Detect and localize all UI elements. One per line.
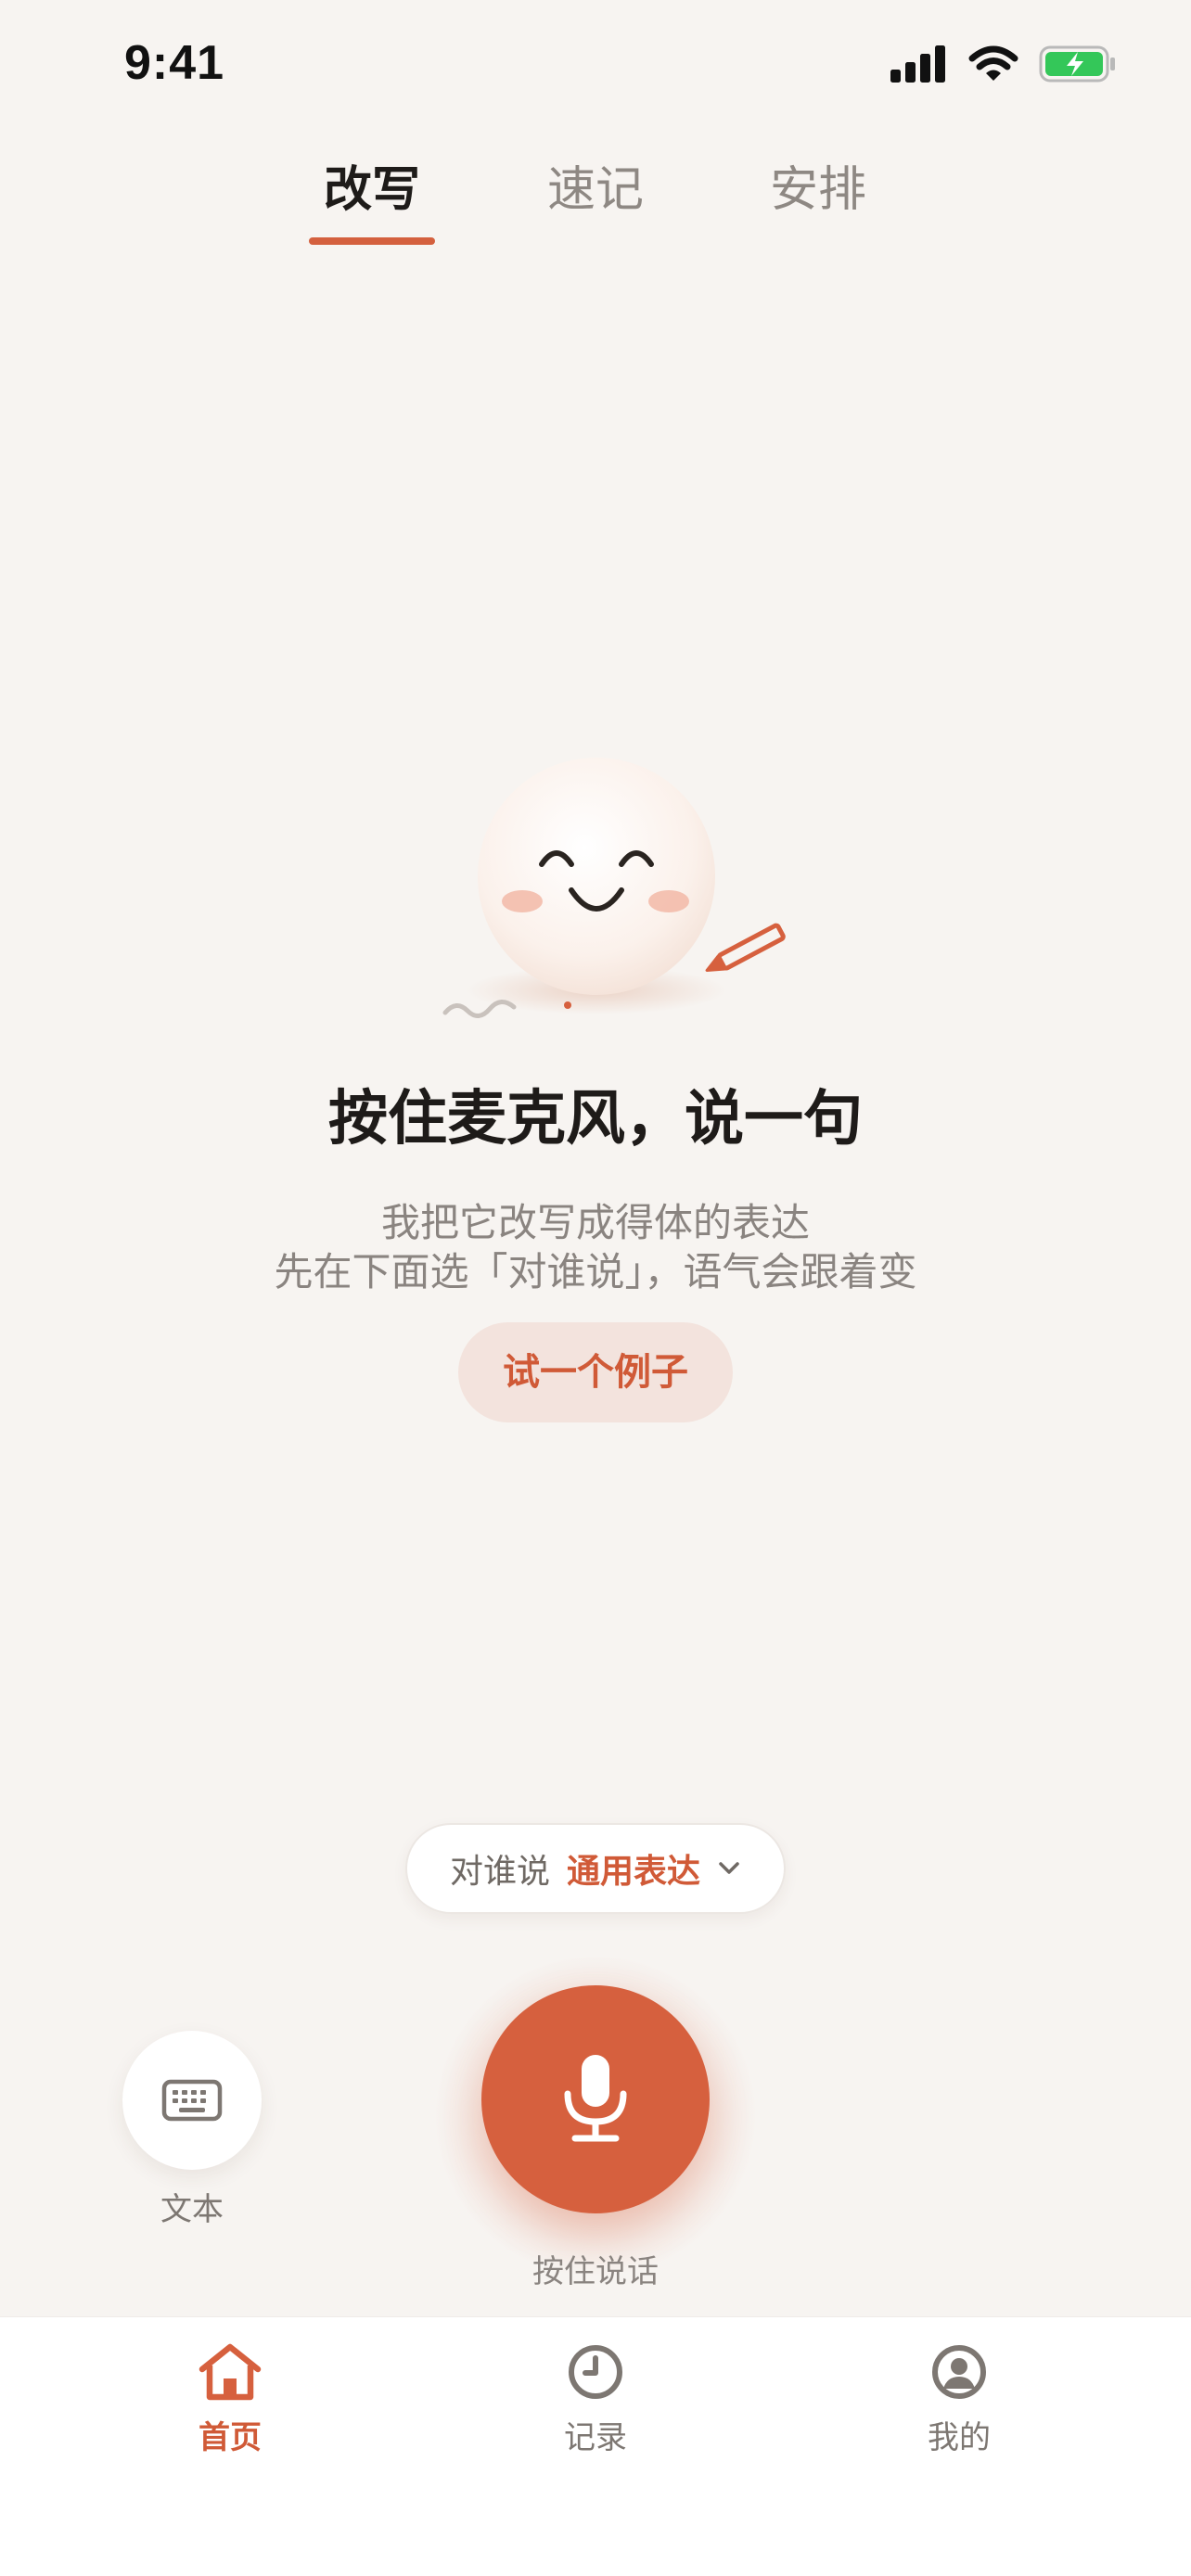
battery-charging-icon [1039,45,1115,83]
wifi-icon [968,45,1018,81]
clock-icon [569,2345,622,2399]
microphone-icon [564,2055,627,2142]
keyboard-icon [161,2079,223,2122]
text-input-label: 文本 [160,2191,224,2228]
try-example-button[interactable]: 试一个例子 [458,1322,733,1422]
status-time: 9:41 [124,36,225,90]
headline: 按住麦克风，说一句 [328,1085,863,1154]
push-to-talk-button[interactable] [481,1985,710,2213]
app-screen: 9:41 改写 速记 安排 按住麦克风，说一句 我把它改写成得体的表达 先在下面… [0,0,1191,2576]
push-to-talk-label: 按住说话 [532,2253,659,2290]
nav-item-history[interactable]: 记录 [503,2341,688,2480]
active-tab-indicator [309,237,435,245]
nav-label-profile: 我的 [928,2419,991,2456]
status-bar: 9:41 [0,0,1191,139]
nav-label-home: 首页 [198,2419,262,2456]
recipient-value: 通用表达 [567,1853,701,1891]
profile-icon [932,2345,986,2399]
hero-section: 按住麦克风，说一句 我把它改写成得体的表达 先在下面选「对谁说」，语气会跟着变 … [0,742,1191,1484]
subtitle-line-2: 先在下面选「对谁说」，语气会跟着变 [274,1249,917,1294]
recipient-selector[interactable]: 对谁说 通用表达 [405,1823,786,1914]
home-icon [198,2343,262,2401]
tab-shorthand[interactable]: 速记 [512,148,679,232]
nav-item-home[interactable]: 首页 [137,2341,323,2480]
bottom-nav-bar: 首页 记录 我的 [0,2316,1191,2576]
cellular-signal-icon [890,45,945,83]
nav-label-history: 记录 [564,2419,627,2456]
chevron-down-icon [719,1862,739,1874]
tab-schedule[interactable]: 安排 [735,148,902,232]
nav-item-profile[interactable]: 我的 [866,2341,1052,2480]
status-icons [890,45,1117,83]
text-input-button[interactable] [122,2031,262,2170]
tab-rewrite[interactable]: 改写 [288,148,455,232]
smiling-mascot-illustration [442,758,786,1018]
recipient-label: 对谁说 [449,1853,550,1891]
subtitle-line-1: 我把它改写成得体的表达 [380,1200,810,1245]
top-tab-bar: 改写 速记 安排 [0,148,1191,250]
